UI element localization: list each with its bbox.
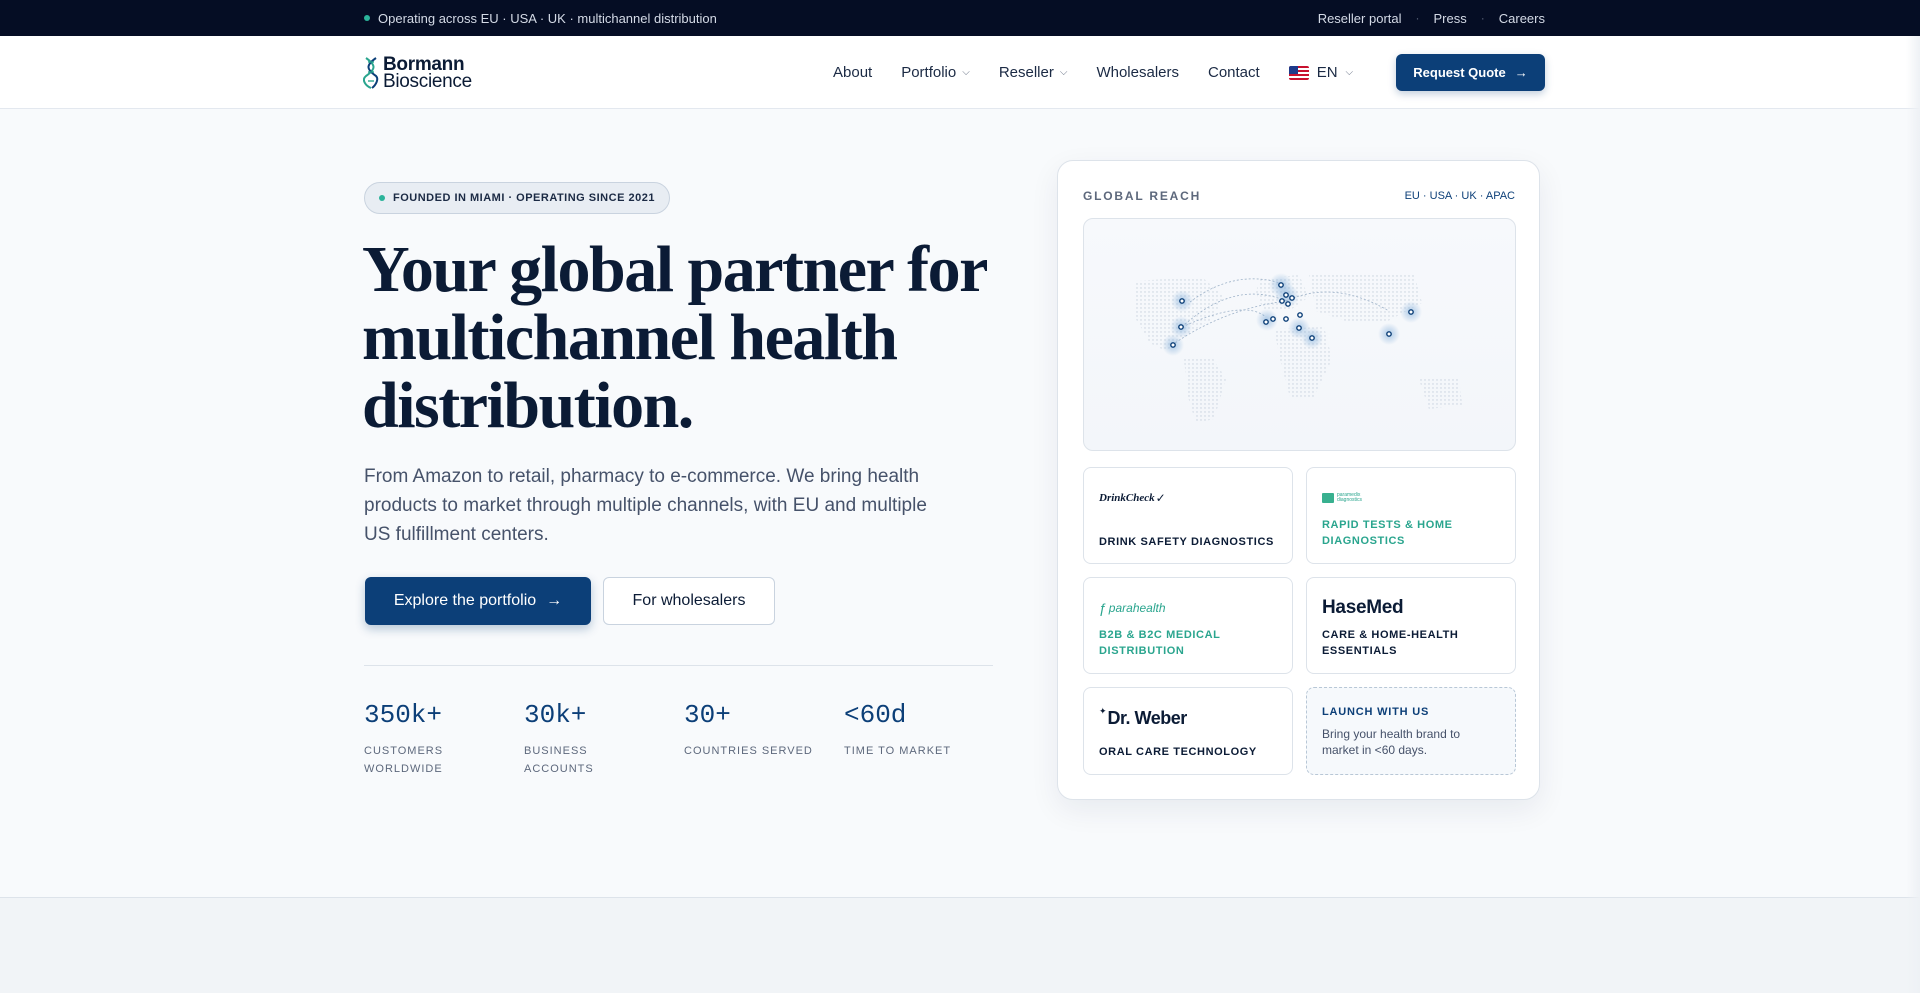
launch-description: Bring your health brand to market in <60… (1322, 727, 1461, 757)
stat-value: 30k+ (524, 700, 587, 730)
status-dot-icon (364, 15, 370, 21)
nav-portfolio-label: Portfolio (901, 64, 957, 81)
chevron-down-icon: ⌵ (1345, 67, 1354, 78)
separator: · (1480, 11, 1485, 25)
press-link[interactable]: Press (1434, 11, 1467, 26)
request-quote-label: Request Quote (1413, 65, 1506, 80)
dna-helix-icon (363, 57, 379, 89)
paramedix-mark-icon (1322, 493, 1334, 503)
arrow-right-icon: → (1514, 65, 1528, 80)
sparkle-icon: ✦ (1099, 706, 1107, 716)
stat-value: 30+ (684, 700, 731, 730)
card-title: GLOBAL REACH (1083, 189, 1202, 203)
brand-tile-hasemed[interactable]: HaseMed CARE & HOME-HEALTH ESSENTIALS (1306, 577, 1516, 674)
brand-tile-paramedix[interactable]: paramedix diagnostics RAPID TESTS & HOME… (1306, 467, 1516, 564)
global-reach-card: GLOBAL REACH EU · USA · UK · APAC DrinkC… (1057, 160, 1540, 800)
hasemed-logo: HaseMed (1322, 597, 1404, 618)
next-section (0, 897, 1920, 993)
top-announcement-bar: Operating across EU · USA · UK · multich… (0, 0, 1920, 36)
careers-link[interactable]: Careers (1499, 11, 1545, 26)
for-wholesalers-button[interactable]: For wholesalers (603, 577, 775, 625)
stats-row: 350k+ CUSTOMERS WORLDWIDE 30k+ BUSINESS … (364, 700, 1004, 778)
launch-title: LAUNCH WITH US (1322, 706, 1430, 718)
logo-wordmark-secondary: Bioscience (383, 71, 472, 92)
brand-tile-dr-weber[interactable]: ✦ Dr. Weber ORAL CARE TECHNOLOGY (1083, 687, 1293, 775)
founded-badge: FOUNDED IN MIAMI · OPERATING SINCE 2021 (364, 182, 670, 214)
main-navigation: About Portfolio ⌵ Reseller ⌵ Wholesalers… (833, 36, 1353, 109)
page-edge (1906, 36, 1920, 993)
stat-label: TIME TO MARKET (844, 745, 952, 757)
explore-portfolio-label: Explore the portfolio (393, 592, 537, 609)
language-selector[interactable]: EN ⌵ (1288, 64, 1354, 81)
stat-label: COUNTRIES SERVED (684, 745, 813, 757)
arrow-right-icon: → (546, 592, 563, 609)
brand-caption: RAPID TESTS & HOME DIAGNOSTICS (1322, 519, 1453, 547)
drinkcheck-logo: DrinkCheck (1099, 492, 1155, 504)
hero-description: From Amazon to retail, pharmacy to e-com… (364, 466, 927, 545)
brand-portfolio-grid: DrinkCheck ✓ DRINK SAFETY DIAGNOSTICS pa… (1083, 467, 1516, 775)
world-map (1083, 218, 1516, 451)
brand-caption: DRINK SAFETY DIAGNOSTICS (1099, 536, 1274, 548)
chevron-down-icon: ⌵ (1059, 67, 1068, 78)
founded-badge-text: FOUNDED IN MIAMI · OPERATING SINCE 2021 (393, 192, 655, 204)
dr-weber-logo: Dr. Weber (1107, 707, 1188, 728)
stat-label: CUSTOMERS WORLDWIDE (364, 745, 444, 775)
chevron-down-icon: ⌵ (962, 67, 970, 78)
badge-dot-icon (379, 195, 385, 201)
nav-reseller[interactable]: Reseller ⌵ (999, 64, 1068, 81)
regions-list: EU · USA · UK · APAC (1404, 190, 1515, 202)
us-flag-icon (1288, 65, 1309, 80)
request-quote-button[interactable]: Request Quote → (1396, 54, 1545, 91)
announcement-text: Operating across EU · USA · UK · multich… (378, 10, 717, 26)
brand-caption: B2B & B2C MEDICAL DISTRIBUTION (1099, 629, 1221, 657)
divider (364, 665, 993, 666)
reseller-portal-link[interactable]: Reseller portal (1318, 11, 1402, 26)
brand-logo[interactable]: Bormann Bioscience (363, 55, 472, 91)
language-label: EN (1316, 64, 1338, 81)
brand-caption: CARE & HOME-HEALTH ESSENTIALS (1322, 629, 1459, 657)
brand-tile-parahealth[interactable]: ƒ parahealth B2B & B2C MEDICAL DISTRIBUT… (1083, 577, 1293, 674)
site-header: Bormann Bioscience About Portfolio ⌵ Res… (0, 36, 1920, 109)
world-map-graphic (1134, 273, 1462, 423)
explore-portfolio-button[interactable]: Explore the portfolio → (365, 577, 591, 625)
nav-portfolio[interactable]: Portfolio ⌵ (901, 64, 970, 81)
stat-value: 350k+ (364, 700, 443, 730)
leaf-icon: ƒ (1099, 600, 1107, 616)
stat-customers: 350k+ CUSTOMERS WORLDWIDE (364, 700, 524, 778)
nav-reseller-label: Reseller (998, 64, 1054, 81)
stat-countries: 30+ COUNTRIES SERVED (684, 700, 844, 778)
brand-tile-drinkcheck[interactable]: DrinkCheck ✓ DRINK SAFETY DIAGNOSTICS (1083, 467, 1293, 564)
hero-headline: Your global partner for multichannel hea… (362, 233, 987, 442)
parahealth-logo: parahealth (1108, 601, 1166, 615)
launch-with-us-tile[interactable]: LAUNCH WITH US Bring your health brand t… (1306, 687, 1516, 775)
brand-caption: ORAL CARE TECHNOLOGY (1099, 746, 1257, 758)
nav-contact[interactable]: Contact (1208, 64, 1260, 81)
stat-business-accounts: 30k+ BUSINESS ACCOUNTS (524, 700, 684, 778)
stat-time-to-market: <60d TIME TO MARKET (844, 700, 1004, 778)
checkmark-icon: ✓ (1155, 491, 1166, 505)
paramedix-logo: paramedix diagnostics (1322, 493, 1362, 503)
stat-value: <60d (844, 700, 907, 730)
stat-label: BUSINESS ACCOUNTS (524, 745, 594, 775)
nav-wholesalers[interactable]: Wholesalers (1096, 64, 1179, 81)
nav-about[interactable]: About (833, 64, 872, 81)
separator: · (1415, 11, 1420, 25)
